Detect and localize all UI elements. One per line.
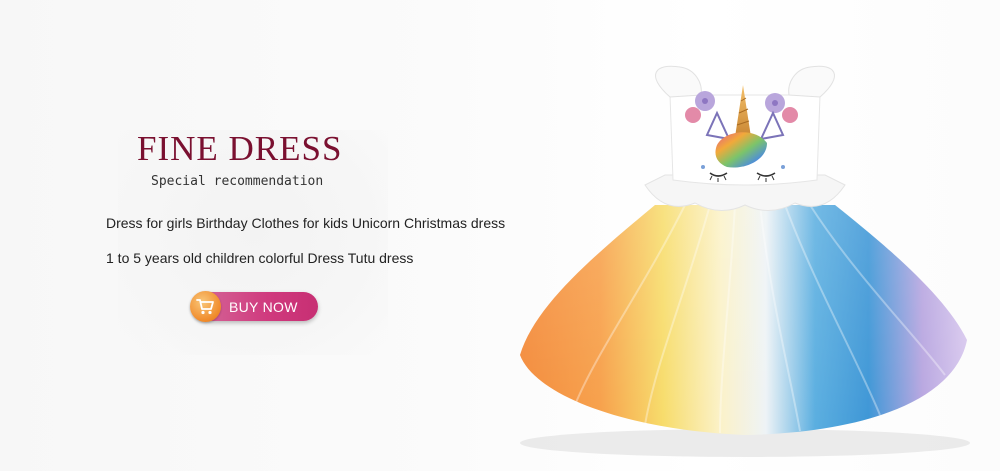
product-description-line-2: 1 to 5 years old children colorful Dress…	[106, 250, 414, 266]
promo-title: FINE DRESS	[137, 129, 343, 168]
dress-illustration	[520, 65, 970, 457]
buy-now-button[interactable]: BUY NOW	[190, 291, 318, 322]
promo-subtitle: Special recommendation	[151, 174, 324, 189]
cart-icon-badge	[190, 291, 221, 322]
product-image-unicorn-dress	[505, 55, 980, 465]
product-description-line-1: Dress for girls Birthday Clothes for kid…	[106, 215, 506, 231]
shopping-cart-icon	[196, 299, 214, 315]
buy-now-label: BUY NOW	[229, 299, 298, 315]
